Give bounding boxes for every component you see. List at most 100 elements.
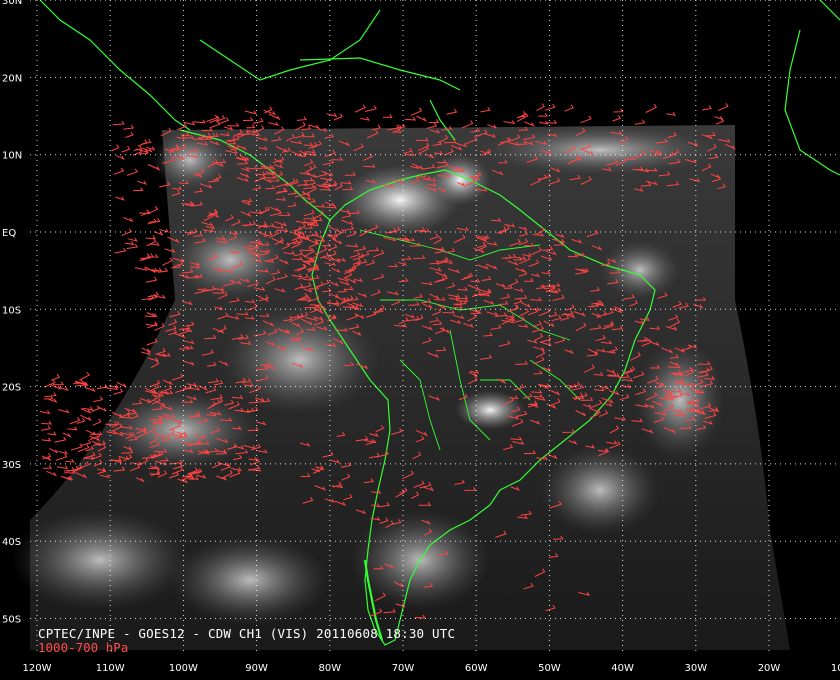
latitude-label: 10N [2, 151, 22, 162]
wind-barb [141, 347, 152, 353]
longitude-label: 10W [831, 663, 840, 674]
wind-barb [98, 406, 107, 412]
wind-barb [252, 117, 264, 124]
wind-barb [58, 409, 70, 414]
wind-barb [364, 105, 377, 112]
cloud-mass [455, 390, 525, 430]
wind-barb [145, 235, 156, 240]
wind-barb [538, 112, 549, 117]
wind-barb [538, 120, 549, 125]
wind-barb [404, 116, 417, 121]
wind-barb [63, 466, 75, 472]
wind-barb [227, 122, 240, 127]
wind-barb [126, 168, 138, 176]
wind-barb [128, 237, 138, 242]
wind-barb [46, 470, 58, 477]
latitude-label: 10S [2, 305, 21, 316]
wind-barb [461, 120, 474, 129]
wind-barb [666, 111, 677, 116]
wind-barb [70, 443, 83, 451]
wind-barb [111, 144, 120, 152]
wind-barb [410, 107, 423, 116]
wind-barb [92, 418, 102, 426]
wind-barb [416, 115, 428, 123]
longitude-label: 30W [684, 663, 707, 674]
wind-barb [54, 436, 67, 443]
wind-barb [718, 103, 729, 111]
wind-barb [268, 113, 281, 121]
wind-barb [123, 217, 134, 223]
wind-barb [124, 241, 135, 246]
longitude-label: 50W [538, 663, 561, 674]
wind-barb [41, 425, 51, 431]
cloud-mass [480, 125, 720, 175]
wind-barb [645, 103, 658, 113]
pressure-layer-label: 1000-700 hPa [38, 640, 129, 655]
wind-barb [524, 121, 535, 127]
wind-barb [145, 322, 158, 327]
wind-barb [84, 387, 96, 392]
cloud-mass [600, 240, 680, 300]
wind-barb [39, 410, 51, 415]
wind-barb [44, 392, 57, 398]
wind-barb [612, 115, 622, 122]
latitude-label: 30N [2, 0, 22, 7]
wind-barb [141, 350, 151, 356]
cloud-mass [635, 340, 725, 460]
wind-barb [114, 247, 127, 254]
wind-barb [125, 131, 134, 138]
north-america-coastline [39, 0, 381, 131]
latitude-label: 20N [2, 73, 22, 84]
wind-barb [79, 371, 90, 381]
wind-barb [50, 373, 60, 381]
wind-barb [82, 406, 94, 411]
wind-barb [116, 381, 127, 389]
map-title: CPTEC/INPE - GOES12 - CDW CH1 (VIS) 2011… [38, 626, 456, 641]
wind-barb [382, 114, 393, 118]
wind-barb [113, 167, 125, 175]
longitude-labels: 120W 110W 100W 90W 80W 70W 60W 50W 40W 30W 20W 10W [23, 663, 840, 674]
wind-barb [140, 209, 150, 217]
wind-barb [446, 108, 458, 115]
wind-barb [133, 187, 144, 192]
wind-barb [41, 420, 53, 425]
latitude-label: 50S [2, 615, 21, 626]
satellite-wind-map: 30N 20N 10N EQ 10S 20S 30S 40S 50S 120W 110W 100W 9… [2, 0, 840, 674]
wind-barb [80, 414, 92, 422]
wind-barb [580, 115, 592, 124]
wind-barb [701, 105, 712, 111]
wind-barb [91, 405, 100, 412]
wind-barb [121, 228, 132, 237]
wind-barb [223, 126, 234, 131]
wind-barb [57, 465, 69, 470]
longitude-label: 80W [318, 663, 341, 674]
wind-barb [148, 206, 159, 214]
wind-barb [80, 439, 92, 446]
latitude-label: 30S [2, 460, 21, 471]
wind-barb [715, 118, 725, 125]
wind-barb [480, 107, 491, 113]
wind-barb [137, 139, 148, 147]
wind-barb [429, 119, 440, 123]
wind-barb [326, 113, 338, 118]
wind-barb [55, 453, 68, 461]
wind-barb [121, 145, 131, 153]
wind-barb [164, 248, 176, 253]
wind-barb [116, 155, 125, 161]
wind-barb [244, 110, 258, 115]
wind-barb [49, 447, 58, 454]
wind-barb [536, 103, 545, 112]
wind-barb [137, 180, 148, 185]
wind-barb [43, 465, 53, 469]
latitude-label: 40S [2, 537, 21, 548]
wind-barb [634, 119, 646, 125]
wind-barb [115, 196, 125, 201]
wind-barb [503, 120, 516, 125]
latitude-label: 20S [2, 383, 21, 394]
cloud-mass [540, 445, 660, 535]
wind-barb [41, 437, 52, 442]
wind-barb [93, 396, 104, 403]
wind-barb [145, 276, 158, 283]
wind-barb [193, 119, 206, 124]
latitude-label: EQ [2, 228, 16, 239]
